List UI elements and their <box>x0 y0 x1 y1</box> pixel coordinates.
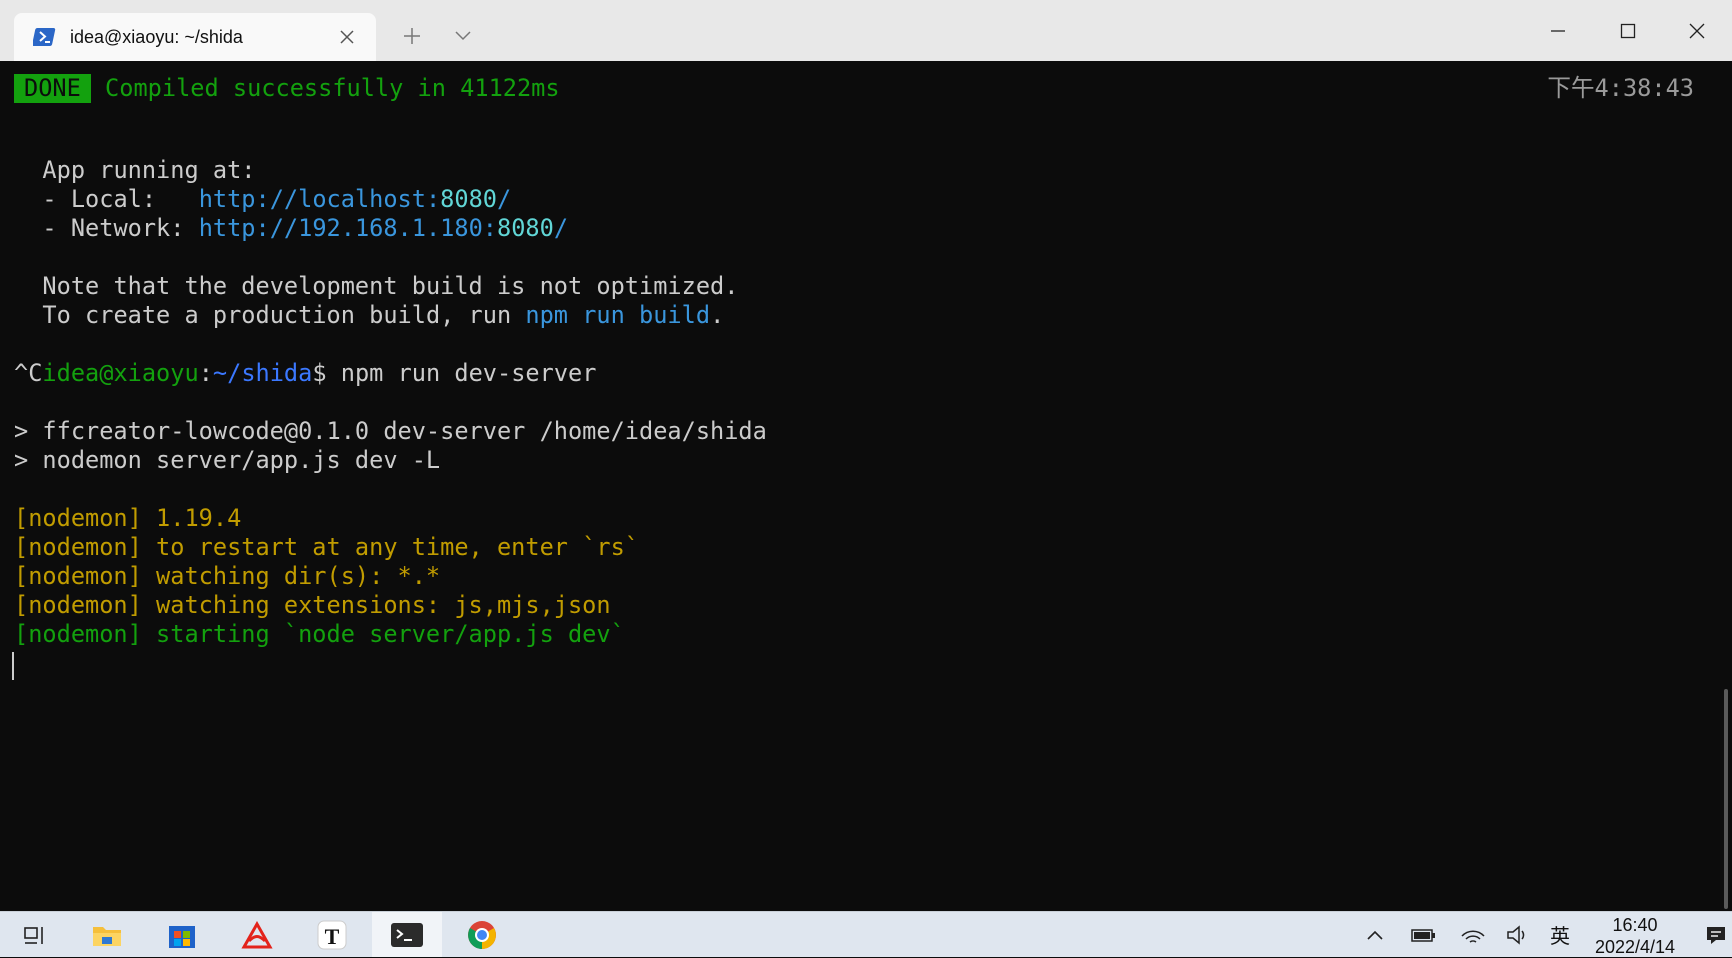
powershell-icon <box>32 24 58 50</box>
prompt-colon: : <box>198 359 213 387</box>
clock-time: 16:40 <box>1612 915 1658 935</box>
note-text-1: Note that the development build is not o… <box>42 272 739 300</box>
nodemon-line-1: [nodemon] 1.19.4 <box>14 504 242 532</box>
output-line-2: > nodemon server/app.js dev -L <box>14 446 441 474</box>
typora-icon[interactable]: T <box>297 912 367 957</box>
app-running-line: App running at: <box>14 156 256 185</box>
battery-icon[interactable] <box>1405 912 1441 957</box>
nodemon-line-4: [nodemon] watching extensions: js,mjs,js… <box>14 591 611 619</box>
network-url[interactable]: http://192.168.1.180:8080/ <box>199 214 568 242</box>
clock-date: 2022/4/14 <box>1594 937 1676 957</box>
microsoft-store-icon[interactable] <box>147 912 217 957</box>
terminal-tab[interactable]: idea@xiaoyu: ~/shida <box>14 13 376 61</box>
text-cursor <box>12 652 14 680</box>
network-label: - Network: <box>42 214 199 242</box>
acrobat-icon[interactable] <box>222 912 292 957</box>
file-explorer-icon[interactable] <box>72 912 142 957</box>
note-period: . <box>710 301 725 329</box>
clock[interactable]: 16:40 2022/4/14 <box>1580 914 1690 958</box>
compile-timestamp: 下午4:38:43 <box>1547 74 1694 102</box>
prompt-line: ^Cidea@xiaoyu:~/shida$ npm run dev-serve… <box>14 359 596 388</box>
prompt-path: ~/shida <box>212 359 313 387</box>
task-view-icon[interactable] <box>0 912 70 957</box>
local-label: - Local: <box>42 185 199 213</box>
ime-indicator[interactable]: 英 <box>1545 912 1575 957</box>
minimize-icon[interactable] <box>1523 0 1593 61</box>
terminal-scrollbar[interactable] <box>1724 689 1728 909</box>
network-url-tail: / <box>553 214 569 242</box>
notifications-icon[interactable] <box>1700 912 1732 957</box>
compiled-message: Compiled successfully in 41122ms <box>105 74 560 102</box>
prompt-command: npm run dev-server <box>340 359 597 387</box>
note-line-1: Note that the development build is not o… <box>14 272 738 301</box>
app-running-text: App running at: <box>42 156 256 184</box>
terminal-output[interactable]: DONE Compiled successfully in 41122ms 下午… <box>0 61 1732 911</box>
local-url-tail: / <box>497 185 512 213</box>
network-url-line: - Network: http://192.168.1.180:8080/ <box>14 214 568 243</box>
maximize-icon[interactable] <box>1593 0 1663 61</box>
volume-icon[interactable] <box>1500 912 1536 957</box>
terminal-icon[interactable] <box>372 912 442 957</box>
ctrl-c-echo: ^C <box>14 359 43 387</box>
taskbar: T 英 16:40 2022/4/14 <box>0 911 1732 957</box>
chevron-down-icon[interactable] <box>446 20 480 52</box>
local-url-line: - Local: http://localhost:8080/ <box>14 185 511 214</box>
close-icon[interactable] <box>1662 0 1732 61</box>
title-bar: idea@xiaoyu: ~/shida <box>0 0 1732 62</box>
wifi-icon[interactable] <box>1455 912 1491 957</box>
network-url-port: 8080 <box>497 214 554 242</box>
local-url-port: 8080 <box>440 185 497 213</box>
prompt-user: idea@xiaoyu <box>42 359 199 387</box>
build-command: npm run build <box>525 301 711 329</box>
done-badge: DONE <box>14 74 91 103</box>
nodemon-line-5: [nodemon] starting `node server/app.js d… <box>14 620 625 648</box>
chrome-icon[interactable] <box>447 912 517 957</box>
local-url-host: http://localhost: <box>198 185 441 213</box>
tab-title: idea@xiaoyu: ~/shida <box>70 26 243 47</box>
new-tab-icon[interactable] <box>395 20 429 52</box>
nodemon-line-3: [nodemon] watching dir(s): *.* <box>14 562 441 590</box>
note-text-2: To create a production build, run <box>42 301 526 329</box>
nodemon-line-2: [nodemon] to restart at any time, enter … <box>14 533 640 561</box>
close-tab-icon[interactable] <box>332 22 362 52</box>
show-hidden-icons-icon[interactable] <box>1360 912 1390 957</box>
network-url-host: http://192.168.1.180: <box>198 214 497 242</box>
local-url[interactable]: http://localhost:8080/ <box>199 185 512 213</box>
prompt-dollar: $ <box>312 359 341 387</box>
compile-status-line: DONE Compiled successfully in 41122ms <box>14 74 560 103</box>
svg-text:T: T <box>325 924 340 949</box>
output-line-1: > ffcreator-lowcode@0.1.0 dev-server /ho… <box>14 417 767 445</box>
note-line-2: To create a production build, run npm ru… <box>14 301 724 330</box>
